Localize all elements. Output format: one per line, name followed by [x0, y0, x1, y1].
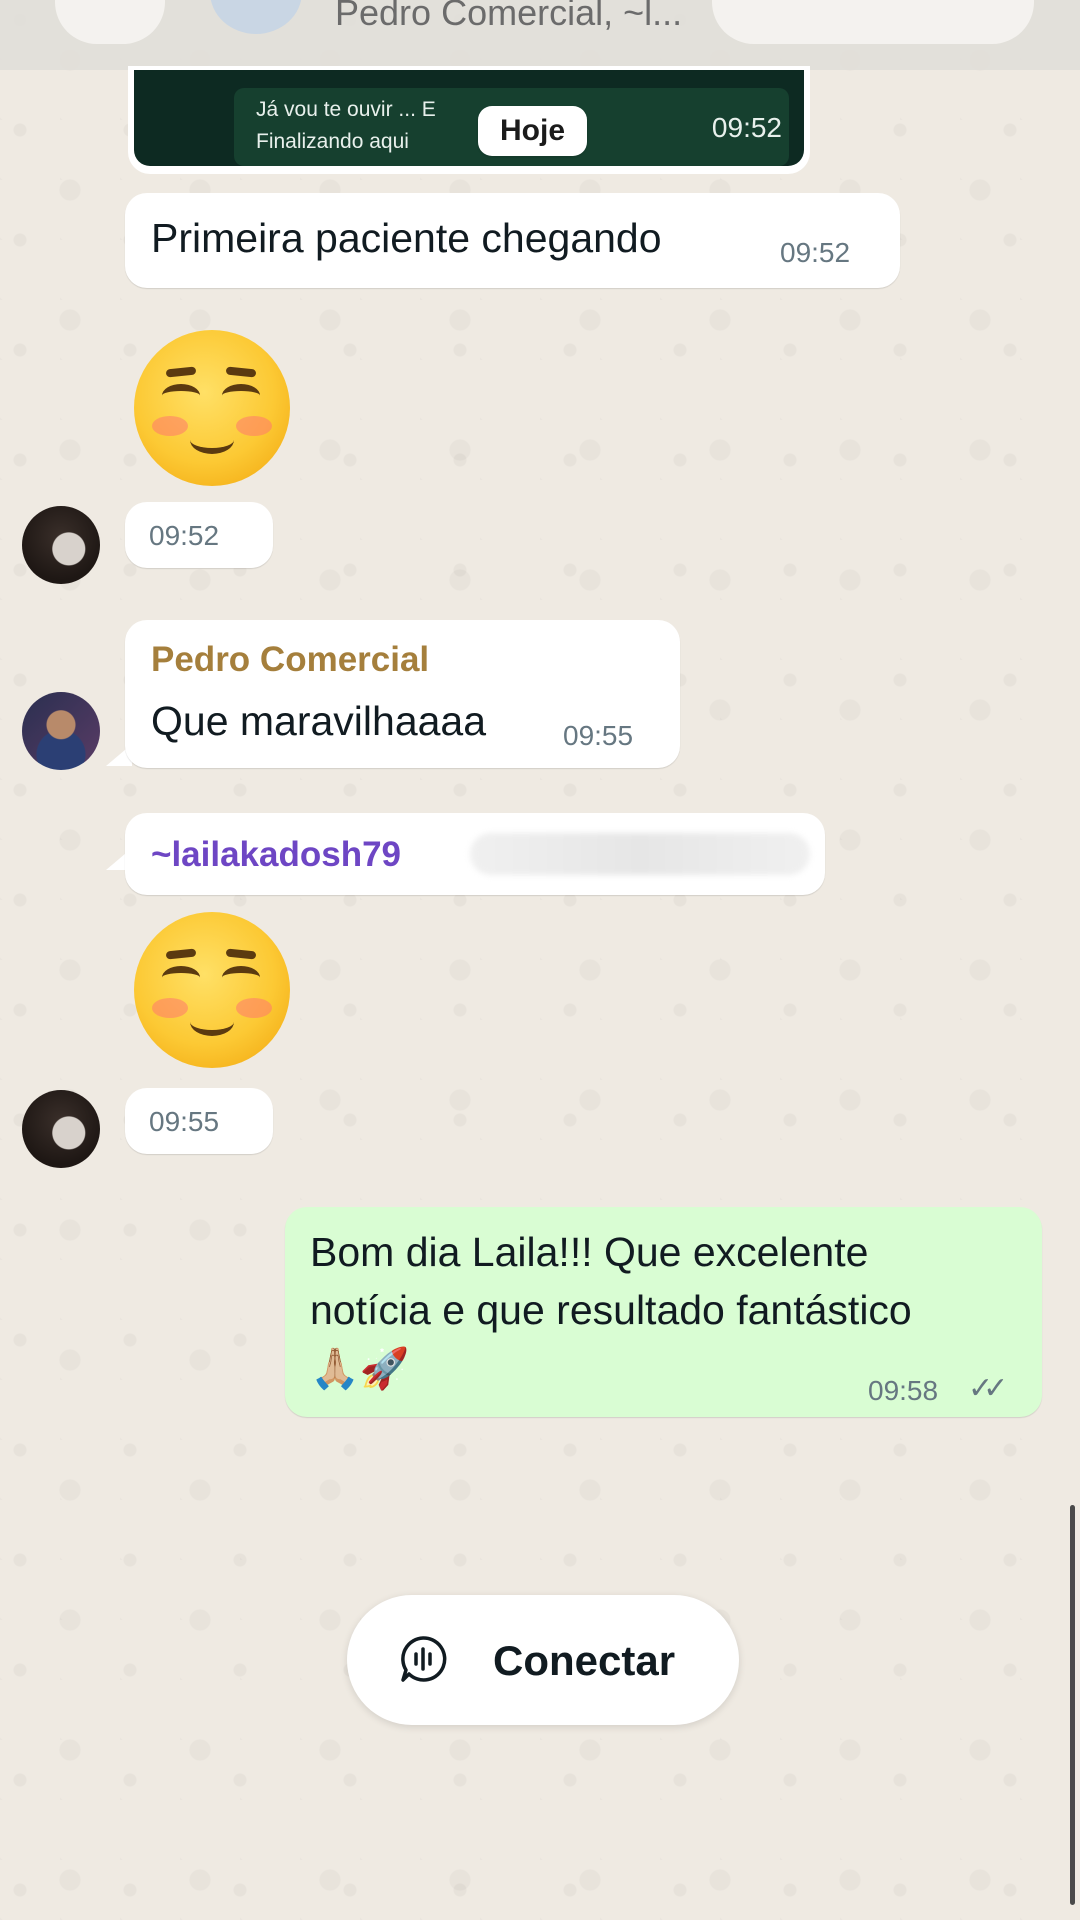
group-avatar[interactable] — [210, 0, 302, 34]
relieved-face-emoji-icon — [134, 330, 290, 486]
sender-name[interactable]: Pedro Comercial — [151, 640, 429, 680]
message-text: Primeira paciente chegando — [151, 215, 662, 261]
avatar[interactable] — [22, 1090, 100, 1168]
call-actions[interactable] — [712, 0, 1034, 44]
chat-title[interactable]: Pedro Comercial, ~l... — [335, 0, 682, 34]
message-time: 09:55 — [149, 1106, 220, 1137]
message-bubble[interactable]: Pedro Comercial Que maravilhaaaa 09:55 — [125, 620, 680, 768]
message-time: 09:58 — [868, 1375, 939, 1406]
message-time: 09:52 — [149, 520, 220, 551]
message-text: Que maravilhaaaa — [151, 698, 487, 744]
media-timestamp: 09:52 — [711, 112, 782, 143]
quoted-line-1: Já vou te ouvir ... E — [256, 98, 436, 121]
conectar-label: Conectar — [493, 1637, 676, 1684]
message-bubble[interactable]: Primeira paciente chegando 09:52 — [125, 193, 900, 288]
message-time: 09:55 — [563, 720, 634, 751]
date-divider: Hoje — [478, 106, 588, 156]
redacted-phone — [470, 833, 810, 875]
message-text-line-1: Bom dia Laila!!! Que excelente — [310, 1229, 869, 1275]
message-text-line-2: notícia e que resultado fantástico — [310, 1287, 912, 1333]
relieved-face-emoji-icon — [134, 912, 290, 1068]
media-message[interactable]: Já vou te ouvir ... E Finalizando aqui 0… — [128, 66, 810, 174]
scrollbar[interactable] — [1070, 1505, 1075, 1905]
message-time: 09:52 — [780, 237, 851, 268]
avatar[interactable] — [22, 506, 100, 584]
back-button[interactable] — [55, 0, 165, 44]
conectar-button[interactable]: Conectar — [347, 1595, 739, 1725]
message-bubble[interactable]: 09:55 — [125, 1088, 273, 1154]
video-thumbnail[interactable]: Já vou te ouvir ... E Finalizando aqui 0… — [134, 70, 804, 166]
double-check-icon: ✓✓ — [968, 1372, 1008, 1405]
avatar[interactable] — [22, 692, 100, 770]
message-text-line-3: 🙏🏼🚀 — [310, 1347, 410, 1391]
voice-chat-icon — [401, 1636, 447, 1682]
sender-name[interactable]: ~lailakadosh79 — [151, 835, 401, 875]
outgoing-message-bubble[interactable]: Bom dia Laila!!! Que excelente notícia e… — [285, 1207, 1042, 1417]
message-bubble[interactable]: 09:52 — [125, 502, 273, 568]
chat-header: Pedro Comercial, ~l... — [0, 0, 1080, 70]
quoted-line-2: Finalizando aqui — [256, 130, 409, 153]
